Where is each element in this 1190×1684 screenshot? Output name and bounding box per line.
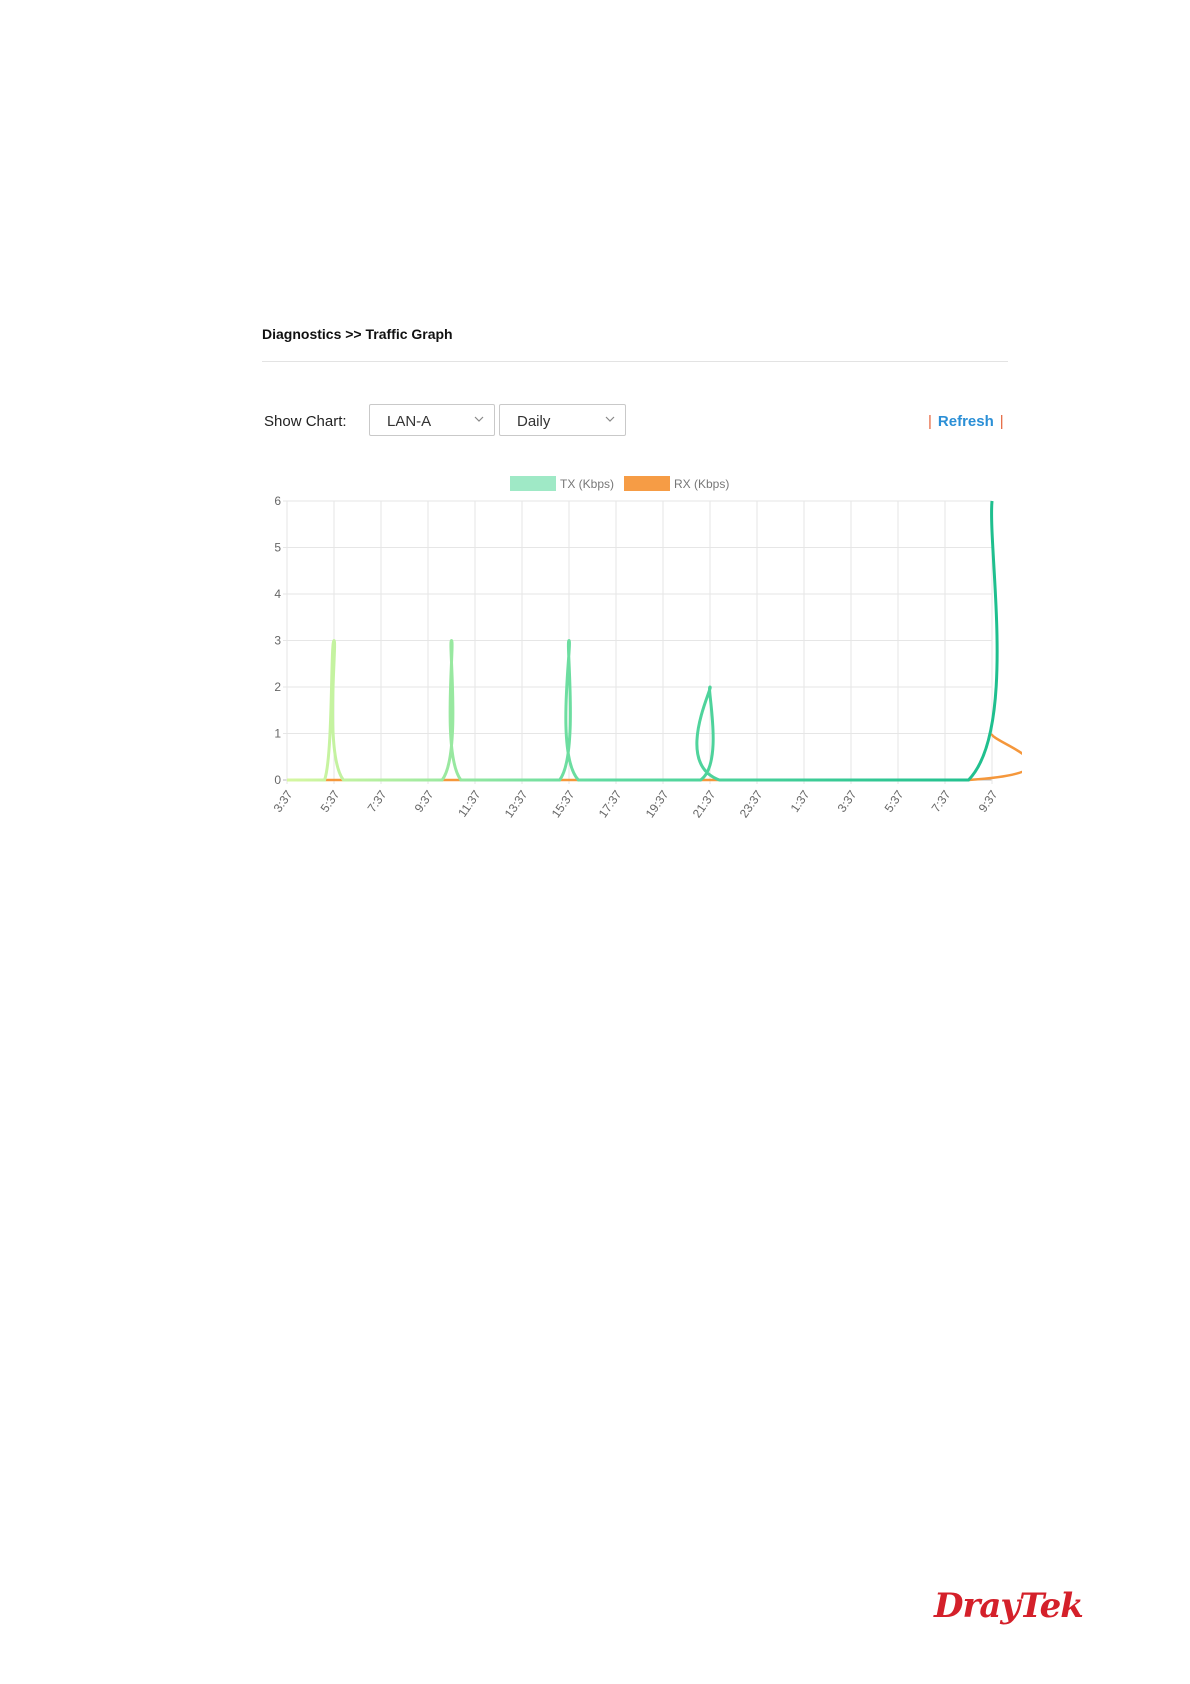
- x-tick-label: 13:37: [502, 787, 531, 820]
- y-tick-label: 3: [274, 634, 281, 648]
- x-tick-label: 5:37: [882, 787, 907, 814]
- x-tick-label: 1:37: [788, 787, 813, 814]
- x-tick-label: 19:37: [643, 787, 672, 820]
- x-tick-label: 5:37: [318, 787, 343, 814]
- x-tick-label: 3:37: [271, 787, 296, 814]
- legend-label-tx: TX (Kbps): [560, 477, 614, 491]
- y-tick-label: 0: [274, 773, 281, 787]
- period-select-value: Daily: [517, 413, 551, 430]
- chevron-down-icon: [605, 416, 615, 422]
- show-chart-label: Show Chart:: [264, 413, 347, 430]
- breadcrumb: Diagnostics >> Traffic Graph: [262, 326, 453, 342]
- interface-select-value: LAN-A: [387, 413, 432, 430]
- refresh-group: | Refresh |: [928, 413, 1004, 430]
- x-tick-label: 7:37: [365, 787, 390, 814]
- x-tick-label: 7:37: [929, 787, 954, 814]
- x-tick-label: 3:37: [835, 787, 860, 814]
- y-tick-label: 4: [274, 587, 281, 601]
- x-tick-label: 17:37: [596, 787, 625, 820]
- y-tick-label: 2: [274, 680, 281, 694]
- interface-select[interactable]: LAN-A: [369, 404, 495, 436]
- x-tick-label: 9:37: [412, 787, 437, 814]
- refresh-link[interactable]: Refresh: [938, 413, 994, 430]
- legend-swatch-rx: [624, 476, 670, 491]
- x-tick-label: 23:37: [737, 787, 766, 820]
- legend-label-rx: RX (Kbps): [674, 477, 729, 491]
- x-tick-label: 11:37: [455, 787, 483, 819]
- period-select[interactable]: Daily: [499, 404, 626, 436]
- draytek-logo: DrayTek: [934, 1586, 1084, 1626]
- y-tick-label: 6: [274, 494, 281, 508]
- x-tick-label: 9:37: [976, 787, 1001, 814]
- refresh-separator-left: |: [928, 413, 932, 430]
- y-tick-label: 1: [274, 727, 281, 741]
- traffic-chart: TX (Kbps) RX (Kbps) 0 1 2 3 4 5 6 3:37 5:37 7:37 9:3…: [271, 476, 1022, 820]
- refresh-separator-right: |: [999, 413, 1004, 430]
- chevron-down-icon: [474, 416, 484, 422]
- y-tick-label: 5: [274, 541, 281, 555]
- x-tick-label: 15:37: [549, 787, 578, 820]
- x-tick-label: 21:37: [690, 787, 719, 820]
- header-divider: [262, 361, 1008, 362]
- rx-series-line: [286, 732, 1022, 782]
- legend-swatch-tx: [510, 476, 556, 491]
